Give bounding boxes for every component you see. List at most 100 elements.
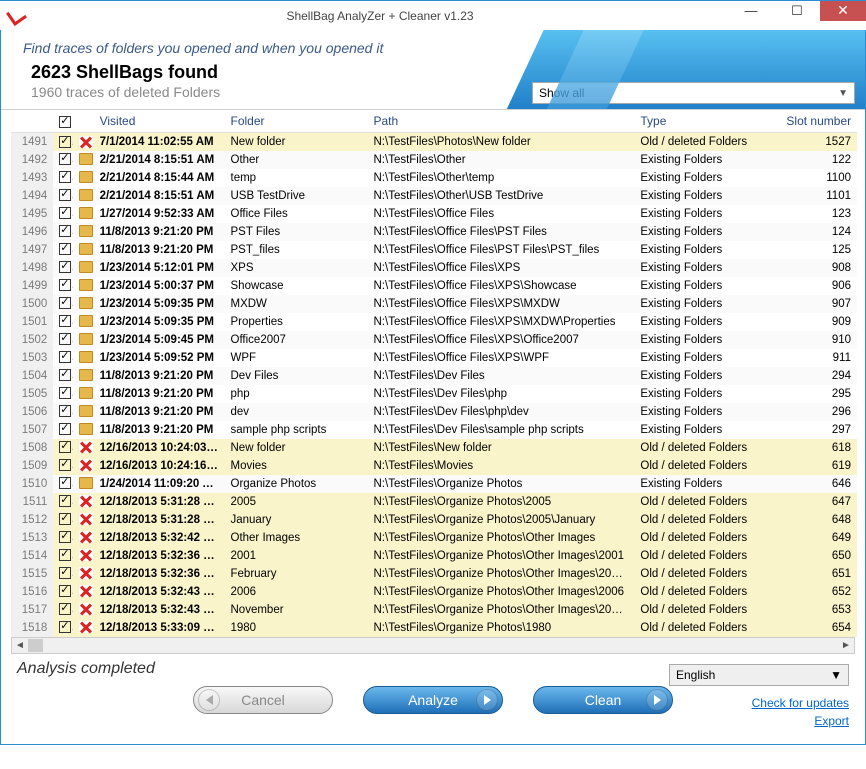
row-checkbox[interactable] xyxy=(59,477,71,489)
row-checkbox-cell xyxy=(53,475,73,493)
row-path: N:\TestFiles\Dev Files xyxy=(368,367,635,385)
col-checkbox[interactable] xyxy=(53,110,73,133)
table-row[interactable]: 14981/23/2014 5:12:01 PMXPSN:\TestFiles\… xyxy=(11,259,857,277)
window-title: ShellBag AnalyZer + Cleaner v1.23 xyxy=(32,9,728,23)
row-checkbox[interactable] xyxy=(59,279,71,291)
table-row[interactable]: 151612/18/2013 5:32:43 PM2006N:\TestFile… xyxy=(11,583,857,601)
table-row[interactable]: 150611/8/2013 9:21:20 PMdevN:\TestFiles\… xyxy=(11,403,857,421)
row-checkbox[interactable] xyxy=(59,243,71,255)
table-row[interactable]: 151112/18/2013 5:31:28 PM2005N:\TestFile… xyxy=(11,493,857,511)
col-icon[interactable] xyxy=(73,110,93,133)
maximize-button[interactable]: ☐ xyxy=(774,1,820,21)
row-checkbox[interactable] xyxy=(59,207,71,219)
table-row[interactable]: 15101/24/2014 11:09:20 AMOrganize Photos… xyxy=(11,475,857,493)
row-checkbox[interactable] xyxy=(59,369,71,381)
scroll-left-icon[interactable]: ◄ xyxy=(12,638,28,653)
table-row[interactable]: 15021/23/2014 5:09:45 PMOffice2007N:\Tes… xyxy=(11,331,857,349)
table-row[interactable]: 151212/18/2013 5:31:28 PMJanuaryN:\TestF… xyxy=(11,511,857,529)
row-path: N:\TestFiles\Movies xyxy=(368,457,635,475)
col-type[interactable]: Type xyxy=(634,110,780,133)
row-checkbox-cell xyxy=(53,205,73,223)
row-visited: 1/27/2014 9:52:33 AM xyxy=(94,205,225,223)
minimize-button[interactable]: — xyxy=(728,1,774,21)
cancel-button[interactable]: Cancel xyxy=(193,686,333,714)
table-row[interactable]: 151312/18/2013 5:32:42 PMOther ImagesN:\… xyxy=(11,529,857,547)
row-slot: 124 xyxy=(780,223,857,241)
scroll-right-icon[interactable]: ► xyxy=(838,638,854,653)
row-checkbox[interactable] xyxy=(59,603,71,615)
close-button[interactable]: ✕ xyxy=(820,1,866,21)
row-checkbox[interactable] xyxy=(59,136,71,148)
table-row[interactable]: 14951/27/2014 9:52:33 AMOffice FilesN:\T… xyxy=(11,205,857,223)
row-path: N:\TestFiles\Dev Files\php xyxy=(368,385,635,403)
table-row[interactable]: 14942/21/2014 8:15:51 AMUSB TestDriveN:\… xyxy=(11,187,857,205)
col-rownum[interactable] xyxy=(11,110,53,133)
row-checkbox[interactable] xyxy=(59,405,71,417)
table-row[interactable]: 149611/8/2013 9:21:20 PMPST FilesN:\Test… xyxy=(11,223,857,241)
table-row[interactable]: 14917/1/2014 11:02:55 AMNew folderN:\Tes… xyxy=(11,133,857,151)
table-row[interactable]: 15011/23/2014 5:09:35 PMPropertiesN:\Tes… xyxy=(11,313,857,331)
row-checkbox[interactable] xyxy=(59,423,71,435)
table-row[interactable]: 150411/8/2013 9:21:20 PMDev FilesN:\Test… xyxy=(11,367,857,385)
table-row[interactable]: 149711/8/2013 9:21:20 PMPST_filesN:\Test… xyxy=(11,241,857,259)
row-checkbox[interactable] xyxy=(59,387,71,399)
analyze-button[interactable]: Analyze xyxy=(363,686,503,714)
export-link[interactable]: Export xyxy=(752,712,849,730)
col-path[interactable]: Path xyxy=(368,110,635,133)
table-row[interactable]: 151512/18/2013 5:32:36 PMFebruaryN:\Test… xyxy=(11,565,857,583)
row-checkbox[interactable] xyxy=(59,333,71,345)
table-row[interactable]: 151412/18/2013 5:32:36 PM2001N:\TestFile… xyxy=(11,547,857,565)
row-type: Old / deleted Folders xyxy=(634,511,780,529)
row-checkbox[interactable] xyxy=(59,567,71,579)
row-checkbox[interactable] xyxy=(59,171,71,183)
check-updates-link[interactable]: Check for updates xyxy=(752,694,849,712)
row-checkbox-cell xyxy=(53,295,73,313)
table-row[interactable]: 15031/23/2014 5:09:52 PMWPFN:\TestFiles\… xyxy=(11,349,857,367)
row-folder: 1980 xyxy=(225,619,368,637)
row-checkbox[interactable] xyxy=(59,549,71,561)
select-all-checkbox[interactable] xyxy=(59,116,71,128)
row-slot: 906 xyxy=(780,277,857,295)
folder-icon xyxy=(79,171,93,183)
row-checkbox-cell xyxy=(53,601,73,619)
table-row[interactable]: 150711/8/2013 9:21:20 PMsample php scrip… xyxy=(11,421,857,439)
row-checkbox[interactable] xyxy=(59,513,71,525)
row-checkbox[interactable] xyxy=(59,315,71,327)
row-number: 1509 xyxy=(11,457,53,475)
row-checkbox[interactable] xyxy=(59,351,71,363)
table-row[interactable]: 14932/21/2014 8:15:44 AMtempN:\TestFiles… xyxy=(11,169,857,187)
row-checkbox[interactable] xyxy=(59,297,71,309)
table-row[interactable]: 15001/23/2014 5:09:35 PMMXDWN:\TestFiles… xyxy=(11,295,857,313)
col-visited[interactable]: Visited xyxy=(94,110,225,133)
row-checkbox[interactable] xyxy=(59,225,71,237)
row-checkbox[interactable] xyxy=(59,495,71,507)
table-row[interactable]: 150511/8/2013 9:21:20 PMphpN:\TestFiles\… xyxy=(11,385,857,403)
table-row[interactable]: 150912/16/2013 10:24:16 AMMoviesN:\TestF… xyxy=(11,457,857,475)
row-checkbox[interactable] xyxy=(59,459,71,471)
row-checkbox[interactable] xyxy=(59,153,71,165)
table-row[interactable]: 14922/21/2014 8:15:51 AMOtherN:\TestFile… xyxy=(11,151,857,169)
row-type: Old / deleted Folders xyxy=(634,583,780,601)
row-checkbox[interactable] xyxy=(59,441,71,453)
language-dropdown[interactable]: English ▼ xyxy=(669,664,849,686)
clean-button[interactable]: Clean xyxy=(533,686,673,714)
row-checkbox[interactable] xyxy=(59,531,71,543)
scroll-thumb[interactable] xyxy=(28,639,43,652)
row-checkbox[interactable] xyxy=(59,261,71,273)
table-row[interactable]: 14991/23/2014 5:00:37 PMShowcaseN:\TestF… xyxy=(11,277,857,295)
table-row[interactable]: 151712/18/2013 5:32:43 PMNovemberN:\Test… xyxy=(11,601,857,619)
row-checkbox[interactable] xyxy=(59,189,71,201)
row-checkbox[interactable] xyxy=(59,585,71,597)
row-type: Existing Folders xyxy=(634,313,780,331)
row-checkbox[interactable] xyxy=(59,621,71,633)
filter-dropdown[interactable]: Show all ▼ xyxy=(532,82,855,104)
row-path: N:\TestFiles\Organize Photos\2005 xyxy=(368,493,635,511)
col-slot[interactable]: Slot number xyxy=(780,110,857,133)
row-number: 1500 xyxy=(11,295,53,313)
horizontal-scrollbar[interactable]: ◄ ► xyxy=(11,637,855,654)
row-path: N:\TestFiles\Dev Files\sample php script… xyxy=(368,421,635,439)
table-row[interactable]: 150812/16/2013 10:24:03 AMNew folderN:\T… xyxy=(11,439,857,457)
col-folder[interactable]: Folder xyxy=(225,110,368,133)
table-row[interactable]: 151812/18/2013 5:33:09 PM1980N:\TestFile… xyxy=(11,619,857,637)
row-visited: 2/21/2014 8:15:51 AM xyxy=(94,151,225,169)
